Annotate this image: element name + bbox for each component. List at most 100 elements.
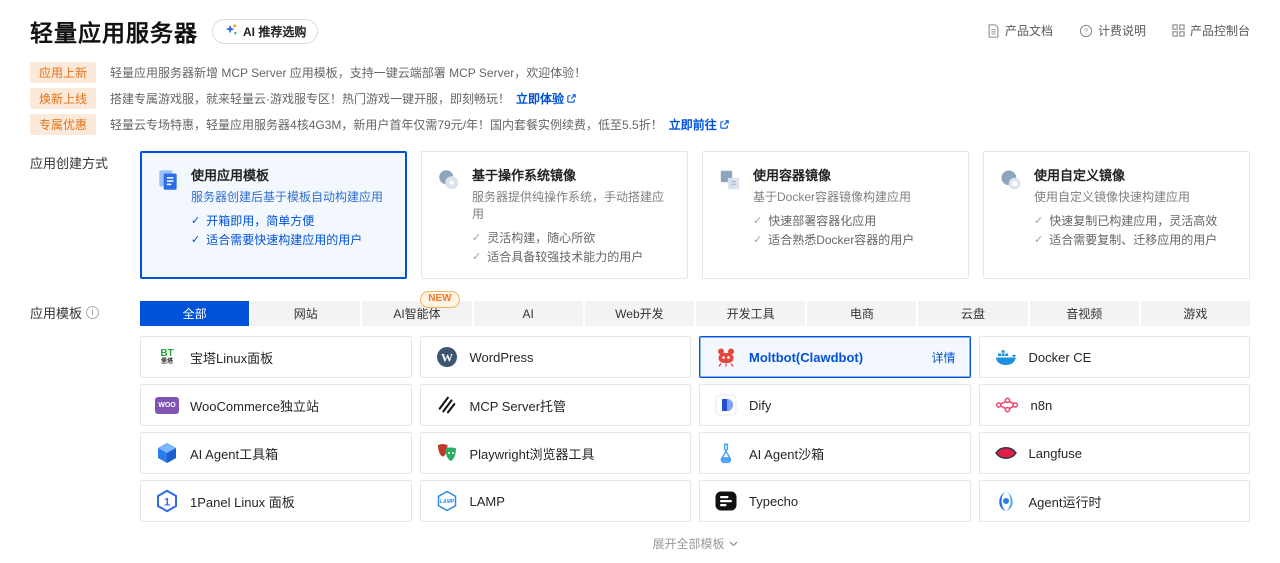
tab-website-label: 网站 <box>293 307 318 321</box>
tab-website[interactable]: 网站 <box>251 301 361 326</box>
tab-dev-tools[interactable]: 开发工具 <box>696 301 806 326</box>
creation-card-point: ✓ 快速复制已构建应用，灵活高效 <box>1034 212 1217 231</box>
app-template-body: 全部 网站 AI智能体 NEW AI Web开发 开发工具 电商 云盘 音视频 … <box>140 291 1251 552</box>
notice-text: 轻量云专场特惠，轻量应用服务器4核4G3M，新用户首年仅需79元/年！国内套餐实… <box>110 118 663 132</box>
creation-method-cards: 使用应用模板 服务器创建后基于模板自动构建应用 ✓ 开箱即用，简单方便 ✓ 适合需要快… <box>140 151 1250 279</box>
template-n8n[interactable]: n8n <box>978 384 1250 426</box>
template-tabs: 全部 网站 AI智能体 NEW AI Web开发 开发工具 电商 云盘 音视频 … <box>140 291 1251 326</box>
tab-media-label: 音视频 <box>1066 307 1103 321</box>
notice-link[interactable]: 立即体验 <box>516 90 577 107</box>
ai-sparkle-icon <box>224 23 238 40</box>
app-template-label-text: 应用模板 <box>30 306 83 321</box>
template-ai-agent-toolbox[interactable]: AI Agent工具箱 <box>140 432 412 474</box>
info-icon[interactable]: i <box>86 306 100 319</box>
tab-ai[interactable]: AI <box>473 301 583 326</box>
template-lamp[interactable]: LAMP LAMP <box>419 480 691 522</box>
billing-info-link[interactable]: ? 计费说明 <box>1079 22 1146 39</box>
creation-card-os-image[interactable]: 基于操作系统镜像 服务器提供纯操作系统，手动搭建应用 ✓ 灵活构建，随心所欲 ✓ 适合… <box>421 151 688 279</box>
creation-method-label: 应用创建方式 <box>30 151 140 172</box>
template-ai-agent-toolbox-name: AI Agent工具箱 <box>190 446 279 462</box>
billing-info-label: 计费说明 <box>1097 24 1146 38</box>
tab-cloud-disk-label: 云盘 <box>961 307 986 321</box>
creation-card-custom-image[interactable]: 使用自定义镜像 使用自定义镜像快速构建应用 ✓ 快速复制已构建应用，灵活高效 ✓ 适合… <box>983 151 1250 279</box>
notice-row: 应用上新 轻量应用服务器新增 MCP Server 应用模板，支持一键云端部署 … <box>30 62 1250 83</box>
expand-row: 展开全部模板 <box>140 535 1250 552</box>
grid-icon <box>1172 24 1185 37</box>
template-n8n-name: n8n <box>1030 397 1053 413</box>
expand-all-templates-button[interactable]: 展开全部模板 <box>652 535 737 552</box>
svg-text:LAMP: LAMP <box>439 499 454 505</box>
template-typecho[interactable]: Typecho <box>699 480 971 522</box>
product-console-link[interactable]: 产品控制台 <box>1172 22 1250 39</box>
header-links: 产品文档 ? 计费说明 产品控制台 <box>987 22 1250 39</box>
template-1panel[interactable]: 1 1Panel Linux 面板 <box>140 480 412 522</box>
template-langfuse[interactable]: Langfuse <box>978 432 1250 474</box>
tab-ecommerce[interactable]: 电商 <box>807 301 917 326</box>
ai-recommend-label: AI 推荐选购 <box>243 24 307 39</box>
lighthouse-purchase-page: 轻量应用服务器 AI 推荐选购 产品文档 ? 计费说明 产品控制台 应用上新 轻… <box>0 0 1280 563</box>
template-wordpress[interactable]: W WordPress <box>419 336 691 378</box>
notice-text: 轻量应用服务器新增 MCP Server 应用模板，支持一键云端部署 MCP S… <box>110 66 587 80</box>
mcp-icon <box>435 393 459 417</box>
tab-web-dev[interactable]: Web开发 <box>584 301 695 326</box>
tab-media[interactable]: 音视频 <box>1029 301 1139 326</box>
baota-icon: BT 堡塔 <box>160 348 174 366</box>
page-title: 轻量应用服务器 <box>30 20 198 46</box>
os-image-icon <box>436 165 462 267</box>
docker-icon <box>994 345 1018 369</box>
tab-cloud-disk[interactable]: 云盘 <box>918 301 1028 326</box>
creation-method-label-text: 应用创建方式 <box>30 156 109 171</box>
tab-ai-agent[interactable]: AI智能体 NEW <box>362 291 472 326</box>
ai-recommend-button[interactable]: AI 推荐选购 <box>212 18 319 44</box>
template-docker-ce-name: Docker CE <box>1028 349 1092 365</box>
template-playwright[interactable]: Playwright浏览器工具 <box>419 432 691 474</box>
notice-tag-badge: 应用上新 <box>30 62 97 83</box>
lamp-icon: LAMP <box>435 489 459 513</box>
creation-card-app-template[interactable]: 使用应用模板 服务器创建后基于模板自动构建应用 ✓ 开箱即用，简单方便 ✓ 适合需要快… <box>140 151 407 279</box>
template-detail-link[interactable]: 详情 <box>931 349 955 366</box>
creation-card-container-image[interactable]: 使用容器镜像 基于Docker容器镜像构建应用 ✓ 快速部署容器化应用 ✓ 适合熟悉D… <box>702 151 969 279</box>
template-1panel-name: 1Panel Linux 面板 <box>190 494 295 510</box>
playwright-icon <box>435 441 459 465</box>
creation-card-subtitle: 服务器提供纯操作系统，手动搭建应用 <box>472 190 665 221</box>
creation-card-title: 使用应用模板 <box>191 168 270 183</box>
template-lamp-name: LAMP <box>469 493 505 509</box>
check-icon: ✓ <box>1034 215 1044 227</box>
template-dify[interactable]: Dify <box>699 384 971 426</box>
moltbot-icon <box>714 345 738 369</box>
template-baota[interactable]: BT 堡塔 宝塔Linux面板 <box>140 336 412 378</box>
template-moltbot[interactable]: Moltbot(Clawdbot) 详情 <box>699 336 971 378</box>
template-mcp-server[interactable]: MCP Server托管 <box>419 384 691 426</box>
tab-ai-label: AI <box>522 306 534 321</box>
tab-game[interactable]: 游戏 <box>1140 301 1251 326</box>
creation-card-subtitle: 服务器创建后基于模板自动构建应用 <box>191 190 384 204</box>
notice-list: 应用上新 轻量应用服务器新增 MCP Server 应用模板，支持一键云端部署 … <box>30 62 1250 135</box>
n8n-icon <box>994 393 1020 417</box>
template-ai-agent-sandbox[interactable]: AI Agent沙箱 <box>699 432 971 474</box>
notice-tag-badge: 焕新上线 <box>30 88 97 109</box>
template-mcp-server-name: MCP Server托管 <box>469 398 567 414</box>
notice-row: 专属优惠 轻量云专场特惠，轻量应用服务器4核4G3M，新用户首年仅需79元/年！… <box>30 114 1250 135</box>
product-docs-link[interactable]: 产品文档 <box>987 22 1053 39</box>
template-agent-runtime[interactable]: Agent运行时 <box>978 480 1250 522</box>
notice-text: 搭建专属游戏服，就来轻量云·游戏服专区！热门游戏一键开服，即刻畅玩！ <box>110 92 511 106</box>
tab-ecommerce-label: 电商 <box>849 307 874 321</box>
tab-all[interactable]: 全部 <box>140 301 250 326</box>
header-left: 轻量应用服务器 AI 推荐选购 <box>30 14 319 48</box>
tab-all-label: 全部 <box>182 307 207 321</box>
product-docs-label: 产品文档 <box>1004 24 1053 38</box>
template-wordpress-name: WordPress <box>469 349 534 365</box>
langfuse-icon <box>994 441 1018 465</box>
cube-icon <box>155 441 179 465</box>
woocommerce-icon: WOO <box>155 393 179 417</box>
creation-card-point: ✓ 适合需要快速构建应用的用户 <box>191 231 383 250</box>
creation-card-point: ✓ 适合需要复制、迁移应用的用户 <box>1034 231 1217 250</box>
template-woocommerce[interactable]: WOO WooCommerce独立站 <box>140 384 412 426</box>
notice-link[interactable]: 立即前往 <box>669 116 730 133</box>
tab-dev-tools-label: 开发工具 <box>726 307 775 321</box>
flask-icon <box>714 441 738 465</box>
template-ai-agent-sandbox-name: AI Agent沙箱 <box>749 446 825 462</box>
template-docker-ce[interactable]: Docker CE <box>978 336 1250 378</box>
svg-text:?: ? <box>1084 26 1088 35</box>
agent-runtime-icon <box>994 489 1018 513</box>
